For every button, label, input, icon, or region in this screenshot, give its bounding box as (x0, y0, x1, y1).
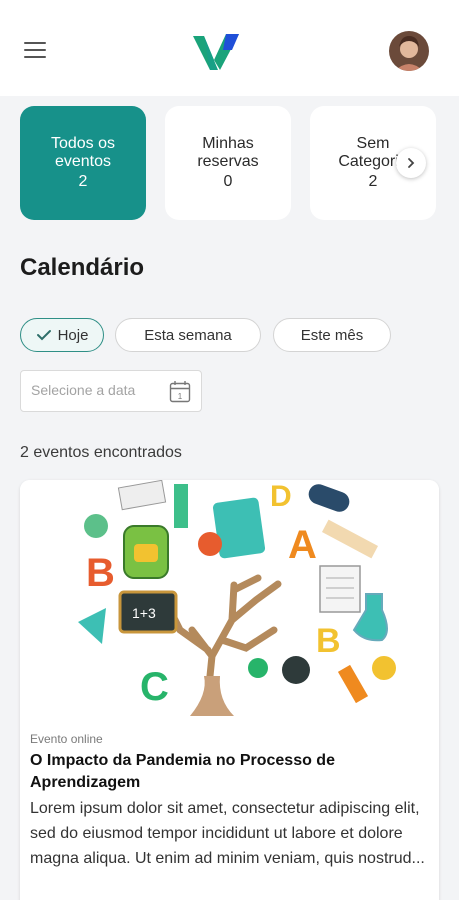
carousel-next-button[interactable] (396, 148, 426, 178)
category-count: 2 (78, 173, 88, 190)
calendar-icon[interactable]: 1 (169, 380, 191, 404)
filter-label: Hoje (57, 326, 89, 344)
category-card-all-events[interactable]: Todos os eventos 2 (20, 106, 146, 220)
svg-text:A: A (288, 523, 317, 567)
event-card[interactable]: B A C B D 1+3 Evento online O Impacto da (20, 480, 439, 900)
chevron-right-icon (408, 158, 415, 168)
date-picker-field[interactable]: 1 (20, 370, 202, 412)
svg-text:B: B (316, 622, 341, 660)
svg-text:1: 1 (178, 392, 183, 401)
brand-logo (193, 34, 239, 70)
category-card-my-bookings[interactable]: Minhas reservas 0 (165, 106, 291, 220)
filter-label: Esta semana (144, 326, 232, 344)
category-label: Minhas reservas (197, 135, 259, 170)
check-icon (36, 329, 52, 341)
svg-text:B: B (86, 551, 115, 595)
filter-today-chip[interactable]: Hoje (20, 318, 104, 352)
event-title[interactable]: O Impacto da Pandemia no Processo de Apr… (30, 750, 430, 794)
category-count: 2 (368, 173, 378, 190)
category-count: 0 (223, 173, 233, 190)
event-type-label: Evento online (30, 732, 103, 746)
hamburger-menu-icon[interactable] (24, 40, 48, 60)
user-avatar[interactable] (389, 31, 429, 71)
event-details: Evento online O Impacto da Pandemia no P… (30, 732, 430, 871)
filter-this-month-chip[interactable]: Este mês (273, 318, 391, 352)
page-title: Calendário (20, 254, 145, 281)
date-input[interactable] (31, 382, 159, 398)
filter-this-week-chip[interactable]: Esta semana (115, 318, 261, 352)
results-count: 2 eventos encontrados (20, 444, 182, 461)
svg-text:D: D (270, 480, 292, 513)
svg-text:C: C (140, 665, 169, 709)
svg-text:1+3: 1+3 (132, 605, 156, 621)
event-illustration: B A C B D 1+3 (20, 480, 439, 716)
category-carousel: Todos os eventos 2 Minhas reservas 0 Sem… (20, 106, 459, 222)
app-header (0, 0, 459, 96)
filter-label: Este mês (300, 326, 364, 344)
category-label: Todos os eventos (50, 135, 116, 170)
event-description: Lorem ipsum dolor sit amet, consectetur … (30, 800, 425, 867)
